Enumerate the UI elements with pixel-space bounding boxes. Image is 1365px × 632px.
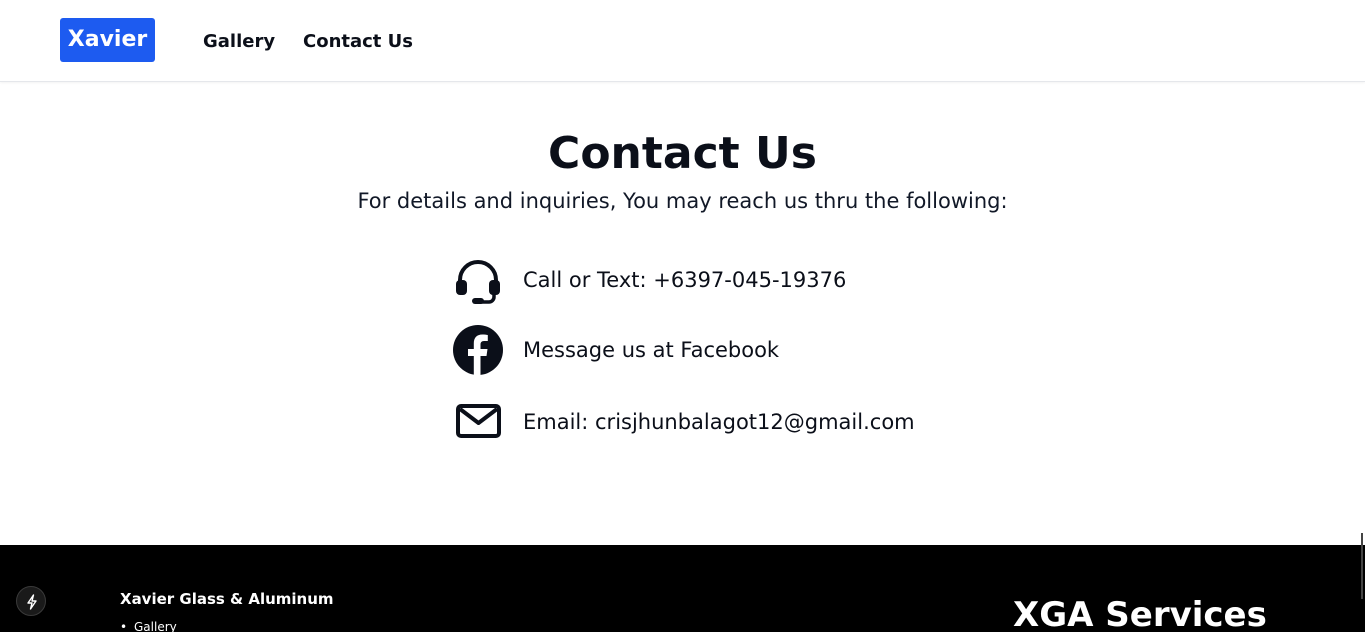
footer-brand: Xavier Glass & Aluminum xyxy=(120,590,334,608)
contact-phone-label: Call or Text: +6397-045-19376 xyxy=(523,268,847,292)
floating-action-button[interactable] xyxy=(16,586,46,616)
page-title: Contact Us xyxy=(548,128,817,179)
contact-item-facebook[interactable]: Message us at Facebook xyxy=(452,324,872,376)
scrollbar-thumb[interactable] xyxy=(1361,533,1363,599)
brand-logo-button[interactable]: Xavier xyxy=(60,18,155,62)
contact-item-email: Email: crisjhunbalagot12@gmail.com xyxy=(452,396,932,448)
facebook-icon[interactable] xyxy=(452,324,504,376)
contact-item-phone: Call or Text: +6397-045-19376 xyxy=(452,254,872,306)
mail-icon xyxy=(452,396,504,448)
headset-icon xyxy=(452,254,504,306)
bolt-icon xyxy=(27,594,37,610)
footer-links: Gallery xyxy=(120,619,177,632)
footer-services-title: XGA Services xyxy=(1013,595,1267,632)
site-header: Xavier Gallery Contact Us xyxy=(0,0,1365,82)
site-footer: Xavier Glass & Aluminum Gallery XGA Serv… xyxy=(0,545,1365,632)
contact-facebook-label[interactable]: Message us at Facebook xyxy=(523,336,779,364)
footer-link-gallery[interactable]: Gallery xyxy=(120,619,177,632)
contact-email-label: Email: crisjhunbalagot12@gmail.com xyxy=(523,410,915,434)
nav-link-gallery[interactable]: Gallery xyxy=(203,30,275,54)
page-subtitle: For details and inquiries, You may reach… xyxy=(357,189,1008,213)
nav-link-contact-us[interactable]: Contact Us xyxy=(303,30,413,54)
